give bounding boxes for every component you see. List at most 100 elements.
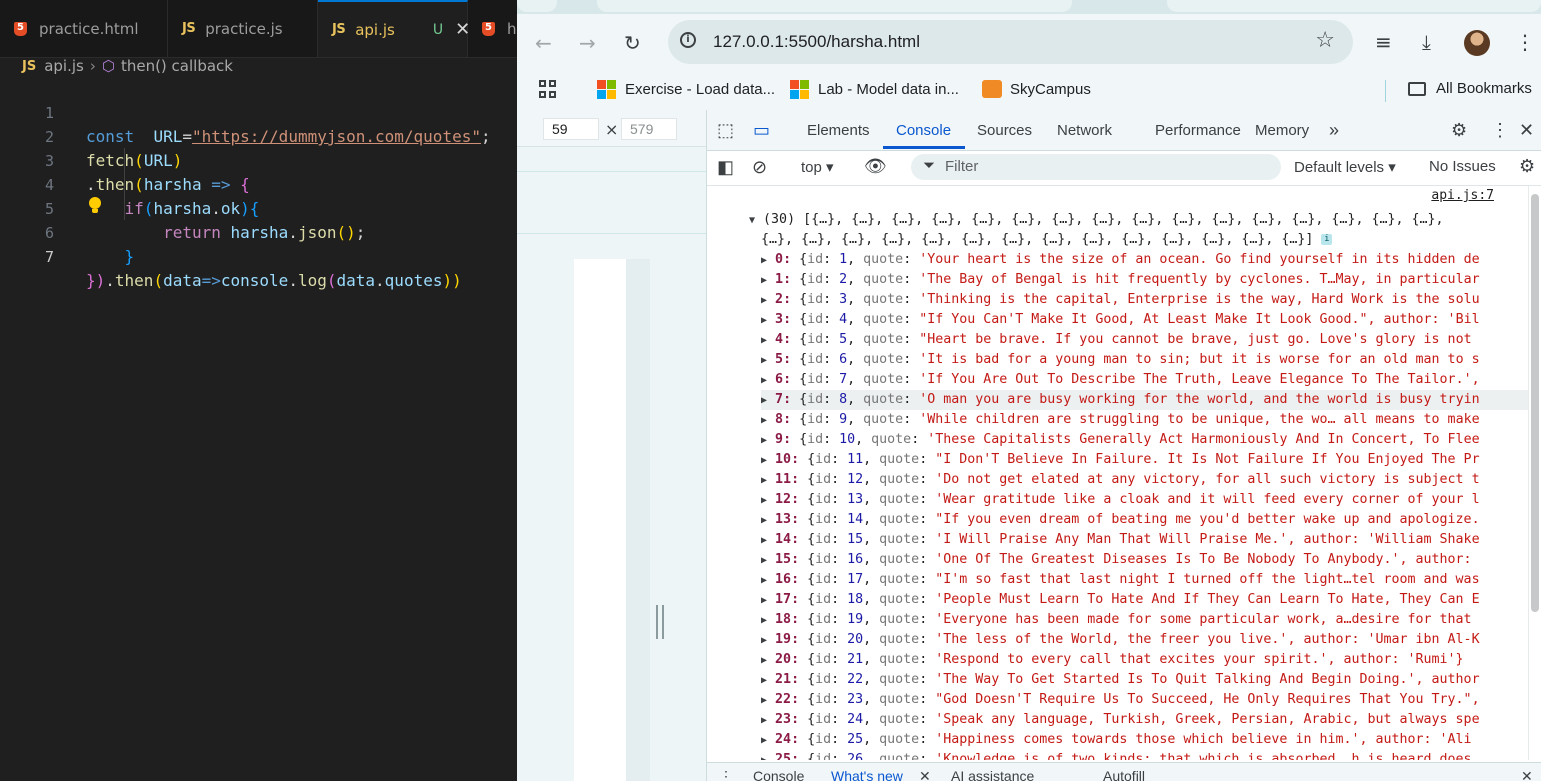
log-levels-dropdown[interactable]: Default levels ▾ (1294, 158, 1396, 176)
console-entry[interactable]: ▶ 5: {id: 6, quote: 'It is bad for a you… (761, 350, 1541, 370)
info-icon[interactable]: i (1321, 233, 1333, 245)
tab-memory[interactable]: Memory (1255, 122, 1309, 139)
breadcrumb-file[interactable]: api.js (44, 57, 84, 75)
expand-triangle-icon[interactable]: ▶ (761, 315, 767, 326)
expand-triangle-icon[interactable]: ▶ (761, 415, 767, 426)
expand-triangle-icon[interactable]: ▶ (761, 735, 767, 746)
tab-practice-html[interactable]: practice.html (0, 0, 168, 57)
console-entry[interactable]: ▶ 23: {id: 24, quote: 'Speak any languag… (761, 710, 1541, 730)
reload-icon[interactable]: ↻ (624, 31, 641, 55)
expand-triangle-icon[interactable]: ▶ (761, 375, 767, 386)
console-entry[interactable]: ▶ 8: {id: 9, quote: 'While children are … (761, 410, 1541, 430)
browser-tab[interactable] (1167, 0, 1541, 12)
bookmark-item[interactable]: Lab - Model data in... (790, 80, 959, 99)
browser-tab[interactable] (597, 0, 1072, 12)
console-entry[interactable]: ▶ 3: {id: 4, quote: "If You Can'T Make I… (761, 310, 1541, 330)
expand-triangle-icon[interactable]: ▶ (761, 495, 767, 506)
expand-triangle-icon[interactable]: ▶ (761, 655, 767, 666)
drawer-tab-console[interactable]: Console (753, 768, 804, 781)
sidebar-toggle-icon[interactable]: ◧ (717, 157, 734, 178)
console-entry[interactable]: ▶ 22: {id: 23, quote: "God Doesn'T Requi… (761, 690, 1541, 710)
console-entry[interactable]: ▶ 25: {id: 26, quote: 'Knowledge is of t… (761, 750, 1541, 760)
code-editor[interactable]: 1 const URL="https://dummyjson.com/quote… (0, 77, 517, 290)
tab-network[interactable]: Network (1057, 122, 1112, 139)
viewport-height-input[interactable]: 579 (621, 118, 677, 140)
eye-icon[interactable]: 👁 (864, 156, 887, 177)
avatar[interactable] (1464, 30, 1490, 56)
expand-triangle-icon[interactable]: ▶ (761, 335, 767, 346)
site-info-icon[interactable]: i (680, 32, 696, 48)
console-entry[interactable]: ▶ 20: {id: 21, quote: 'Respond to every … (761, 650, 1541, 670)
expand-triangle-icon[interactable]: ▶ (761, 275, 767, 286)
console-entry[interactable]: ▶ 11: {id: 12, quote: 'Do not get elated… (761, 470, 1541, 490)
expand-triangle-icon[interactable]: ▶ (761, 395, 767, 406)
bookmark-item[interactable]: SkyCampus (982, 80, 1091, 98)
tab-elements[interactable]: Elements (807, 122, 870, 139)
back-arrow-icon[interactable]: ← (535, 31, 552, 55)
expand-triangle-icon[interactable]: ▶ (761, 535, 767, 546)
expand-triangle-icon[interactable]: ▶ (761, 695, 767, 706)
tab-sources[interactable]: Sources (977, 122, 1032, 139)
console-entry[interactable]: ▶ 9: {id: 10, quote: 'These Capitalists … (761, 430, 1541, 450)
kebab-menu-icon[interactable]: ⋮ (1491, 120, 1509, 141)
console-entry[interactable]: ▶ 7: {id: 8, quote: 'O man you are busy … (761, 390, 1541, 410)
console-entry[interactable]: ▶ 19: {id: 20, quote: 'The less of the W… (761, 630, 1541, 650)
expand-triangle-icon[interactable]: ▶ (761, 615, 767, 626)
expand-triangle-icon[interactable]: ▶ (761, 455, 767, 466)
expand-triangle-icon[interactable]: ▶ (761, 435, 767, 446)
gear-icon[interactable]: ⚙ (1519, 156, 1535, 177)
all-bookmarks-button[interactable]: All Bookmarks (1408, 80, 1532, 97)
expand-triangle-icon[interactable]: ▶ (761, 715, 767, 726)
console-entry[interactable]: ▶ 6: {id: 7, quote: 'If You Are Out To D… (761, 370, 1541, 390)
close-icon[interactable]: ✕ (1519, 120, 1534, 141)
drawer-tab-ai-assistance[interactable]: AI assistance (951, 768, 1034, 781)
console-entry[interactable]: ▶ 14: {id: 15, quote: 'I Will Praise Any… (761, 530, 1541, 550)
clear-console-icon[interactable]: ⊘ (752, 157, 767, 178)
tab-api-js[interactable]: JS api.js U ✕ (318, 0, 470, 57)
device-toggle-icon[interactable]: ▭ (753, 120, 770, 141)
expand-triangle-icon[interactable]: ▶ (761, 635, 767, 646)
console-entry[interactable]: ▶ 13: {id: 14, quote: "If you even dream… (761, 510, 1541, 530)
address-bar[interactable]: i 127.0.0.1:5500/harsha.html ☆ (668, 20, 1353, 64)
console-entry[interactable]: ▶ 17: {id: 18, quote: 'People Must Learn… (761, 590, 1541, 610)
forward-arrow-icon[interactable]: → (579, 31, 596, 55)
expand-triangle-icon[interactable]: ▶ (761, 255, 767, 266)
console-entry[interactable]: ▶ 24: {id: 25, quote: 'Happiness comes t… (761, 730, 1541, 750)
drawer-tab-autofill[interactable]: Autofill (1103, 768, 1145, 781)
close-icon[interactable]: ✕ (919, 768, 931, 781)
resize-handle[interactable] (656, 605, 664, 639)
expand-triangle-icon[interactable]: ▶ (761, 555, 767, 566)
expand-triangle-icon[interactable]: ▶ (761, 755, 767, 760)
scrollbar-thumb[interactable] (1531, 194, 1539, 612)
console-array-summary[interactable]: ▼ (30) [{…}, {…}, {…}, {…}, {…}, {…}, {…… (749, 210, 1541, 230)
download-icon[interactable]: ⤓ (1422, 30, 1431, 54)
kebab-menu-icon[interactable]: ⋮ (1515, 30, 1535, 54)
bookmark-star-icon[interactable]: ☆ (1315, 28, 1335, 53)
issues-counter[interactable]: No Issues (1429, 158, 1496, 175)
apps-grid-icon[interactable] (539, 80, 557, 98)
tab-practice-js[interactable]: JS practice.js (168, 0, 318, 57)
expand-triangle-icon[interactable]: ▼ (749, 215, 755, 226)
inspect-element-icon[interactable]: ⬚ (717, 120, 734, 141)
filter-input[interactable]: ⏷ Filter (911, 154, 1281, 180)
media-playlist-icon[interactable]: ≡ (1375, 30, 1392, 54)
console-entry[interactable]: ▶ 12: {id: 13, quote: 'Wear gratitude li… (761, 490, 1541, 510)
console-output[interactable]: api.js:7 ▼ (30) [{…}, {…}, {…}, {…}, {…}… (707, 186, 1541, 760)
gear-icon[interactable]: ⚙ (1451, 120, 1467, 141)
expand-triangle-icon[interactable]: ▶ (761, 575, 767, 586)
drawer-tab-whats-new[interactable]: What's new (831, 768, 903, 781)
more-tabs-icon[interactable]: » (1329, 120, 1339, 141)
console-scrollbar[interactable] (1528, 186, 1541, 760)
close-drawer-icon[interactable]: ✕ (1521, 768, 1533, 781)
drawer-kebab-icon[interactable]: ⋮ (719, 768, 733, 781)
expand-triangle-icon[interactable]: ▶ (761, 475, 767, 486)
breadcrumb-symbol[interactable]: then() callback (121, 57, 233, 75)
expand-triangle-icon[interactable]: ▶ (761, 595, 767, 606)
bookmark-item[interactable]: Exercise - Load data... (597, 80, 775, 99)
console-entry[interactable]: ▶ 15: {id: 16, quote: 'One Of The Greate… (761, 550, 1541, 570)
source-link[interactable]: api.js:7 (1431, 188, 1494, 203)
console-entry[interactable]: ▶ 10: {id: 11, quote: "I Don'T Believe I… (761, 450, 1541, 470)
viewport-width-input[interactable]: 59 (543, 118, 599, 140)
tab-harsha-html[interactable]: h (468, 0, 517, 57)
browser-tab[interactable] (517, 0, 557, 12)
